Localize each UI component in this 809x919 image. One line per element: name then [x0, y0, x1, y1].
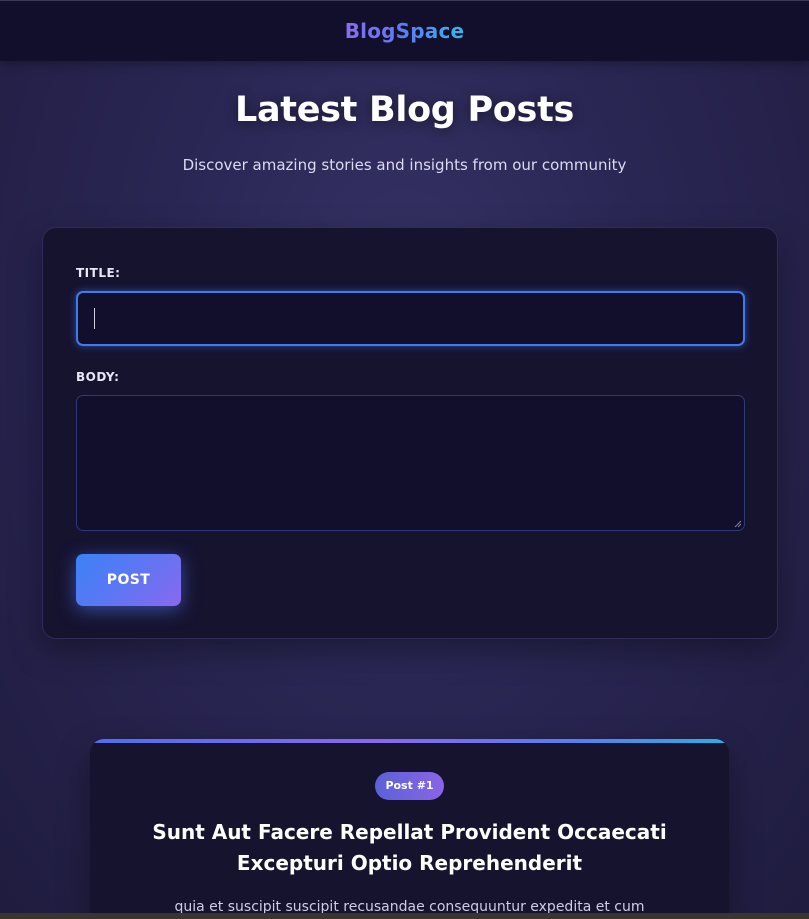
window-bottom-edge: [0, 913, 809, 919]
resize-grip-icon[interactable]: [734, 520, 742, 528]
title-input[interactable]: [76, 291, 745, 346]
page-subtitle: Discover amazing stories and insights fr…: [182, 156, 627, 174]
top-navbar: BlogSpace: [0, 0, 809, 61]
post-title[interactable]: Sunt Aut Facere Repellat Provident Occae…: [130, 817, 689, 879]
post-card: Post #1 Sunt Aut Facere Repellat Provide…: [90, 739, 729, 919]
body-textarea[interactable]: [76, 395, 745, 531]
body-label: BODY:: [76, 370, 120, 384]
post-button[interactable]: POST: [76, 554, 181, 606]
title-label: TITLE:: [76, 266, 121, 280]
card-accent-bar: [90, 739, 729, 743]
text-caret: [94, 308, 95, 329]
post-number-badge: Post #1: [375, 772, 444, 800]
page-title: Latest Blog Posts: [234, 90, 575, 130]
new-post-form: TITLE: BODY: POST: [42, 227, 778, 639]
brand-logo[interactable]: BlogSpace: [345, 19, 465, 43]
